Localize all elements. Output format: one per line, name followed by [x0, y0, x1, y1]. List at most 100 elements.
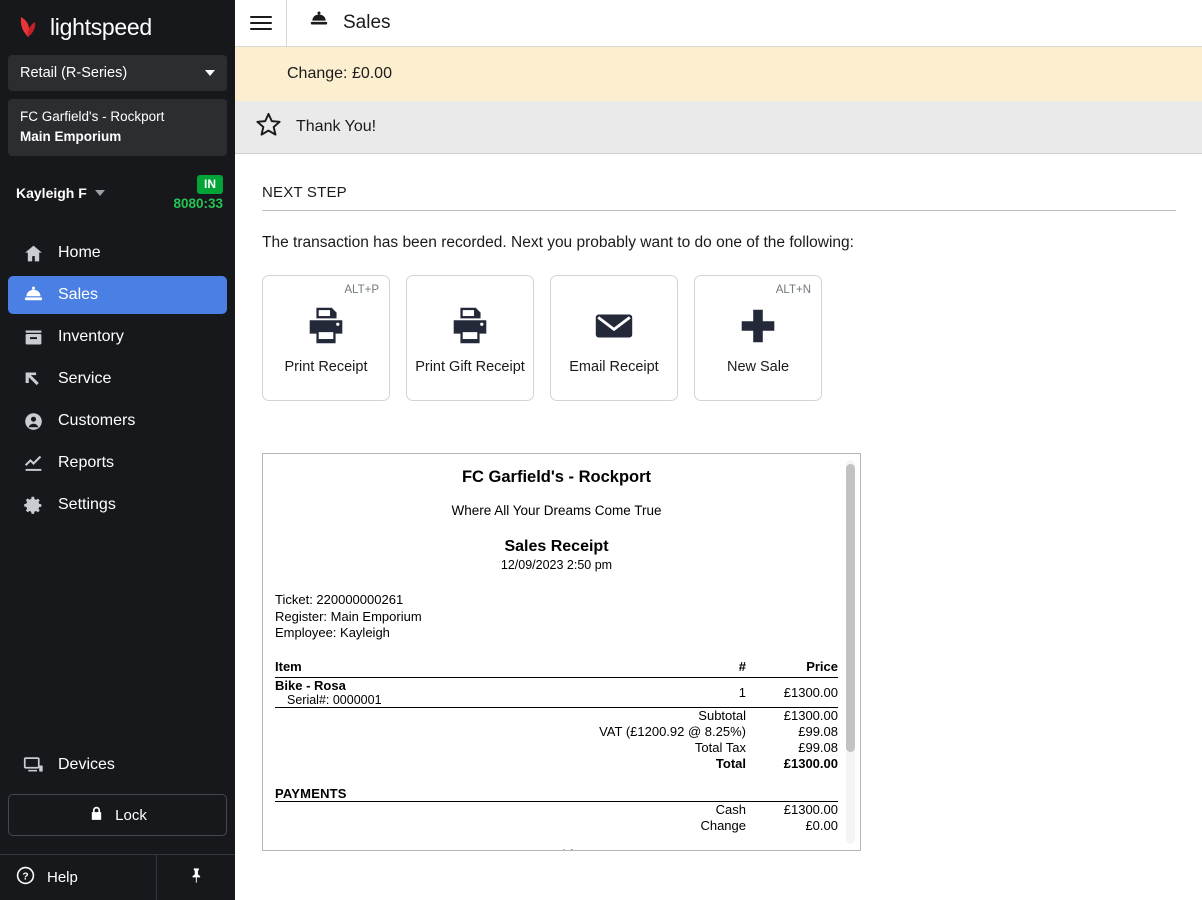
table-header-row: Item # Price [275, 659, 838, 678]
hamburger-lines [249, 12, 272, 34]
receipt-table-head: Item # Price [275, 659, 838, 678]
shortcut-label: ALT+N [775, 284, 811, 296]
receipt-ticket: Ticket: 220000000261 [275, 592, 404, 607]
sidebar-item-label: Customers [58, 412, 136, 430]
line-item-qty: 1 [738, 684, 746, 700]
app-root: lightspeed Retail (R-Series) FC Garfield… [0, 0, 1202, 900]
totals-label: Total [715, 756, 746, 771]
sidebar-item-service[interactable]: Service [8, 360, 227, 398]
monitor-icon [22, 754, 44, 776]
card-label: Email Receipt [569, 359, 659, 375]
receipt-preview: FC Garfield's - Rockport Where All Your … [262, 453, 861, 851]
totals-label: Subtotal [698, 708, 746, 723]
payment-value: £0.00 [805, 818, 838, 833]
inventory-box-icon [22, 326, 44, 348]
payment-label: Cash [715, 802, 746, 817]
sidebar-item-sales[interactable]: Sales [8, 276, 227, 315]
receipt-store-name: FC Garfield's - Rockport [461, 468, 652, 486]
printer-icon [447, 302, 493, 350]
receipt-totals-body: Subtotal £1300.00 VAT (£1200.92 @ 8.25%)… [275, 707, 838, 772]
receipt-employee: Employee: Kayleigh [275, 625, 390, 640]
help-label: Help [47, 869, 78, 886]
sidebar-item-reports[interactable]: Reports [8, 444, 227, 482]
payment-row-change: Change £0.00 [275, 818, 838, 834]
totals-row-total-tax: Total Tax £99.08 [275, 740, 838, 756]
receipt-scrollbar-thumb[interactable] [846, 464, 855, 752]
change-banner: Change: £0.00 [235, 47, 1202, 101]
sidebar: lightspeed Retail (R-Series) FC Garfield… [0, 0, 235, 900]
email-receipt-button[interactable]: Email Receipt [550, 275, 678, 401]
brand: lightspeed [0, 0, 235, 51]
receipt-payments-heading: PAYMENTS [275, 785, 347, 801]
lightspeed-logo-icon [16, 15, 42, 41]
sidebar-item-settings[interactable]: Settings [8, 486, 227, 524]
pushpin-icon [187, 866, 206, 890]
line-item-name-cell: Bike - Rosa Serial#: 0000001 [275, 677, 686, 707]
sidebar-item-label: Inventory [58, 328, 124, 346]
thank-you-bar: Thank You! [235, 101, 1202, 154]
receipt-payments-table: Cash £1300.00 Change £0.00 [275, 801, 838, 834]
product-select[interactable]: Retail (R-Series) [8, 55, 227, 91]
lock-button[interactable]: Lock [8, 794, 227, 836]
hamburger-icon[interactable] [235, 0, 287, 46]
page-title-label: Sales [343, 12, 391, 33]
envelope-icon [591, 302, 637, 350]
totals-label: VAT (£1200.92 @ 8.25%) [599, 724, 746, 739]
new-sale-button[interactable]: ALT+N New Sale [694, 275, 822, 401]
column-price: Price [806, 658, 838, 674]
main-nav: Home Sales Inventory Service Customers R… [0, 230, 235, 528]
payment-value: £1300.00 [783, 802, 838, 817]
receipt-table-body: Bike - Rosa Serial#: 0000001 1 £1300.00 [275, 677, 838, 707]
brand-name: lightspeed [50, 14, 152, 40]
sidebar-item-devices[interactable]: Devices [8, 746, 227, 784]
plus-icon [735, 302, 781, 350]
user-row[interactable]: Kayleigh F IN 8080:33 [0, 170, 235, 216]
sidebar-item-label: Devices [58, 756, 115, 773]
product-select-label: Retail (R-Series) [20, 65, 128, 81]
receipt-totals-table: Subtotal £1300.00 VAT (£1200.92 @ 8.25%)… [275, 707, 838, 772]
sidebar-item-label: Sales [58, 286, 99, 304]
next-step-actions: ALT+P Print Receipt Print Gift Receipt E… [262, 275, 1176, 401]
store-name: FC Garfield's - Rockport [20, 109, 165, 124]
gear-icon [22, 494, 44, 516]
receipt-payments-body: Cash £1300.00 Change £0.00 [275, 801, 838, 834]
receipt-meta: Ticket: 220000000261 Register: Main Empo… [275, 592, 838, 642]
receipt-body: FC Garfield's - Rockport Where All Your … [263, 454, 860, 850]
person-icon [22, 410, 44, 432]
totals-row-vat: VAT (£1200.92 @ 8.25%) £99.08 [275, 724, 838, 740]
main-area: Sales Change: £0.00 Thank You! NEXT STEP… [235, 0, 1202, 900]
printer-icon [303, 302, 349, 350]
chevron-down-icon[interactable] [94, 190, 105, 197]
service-bell-icon [22, 284, 44, 306]
payment-label: Change [700, 818, 746, 833]
sidebar-item-home[interactable]: Home [8, 234, 227, 272]
pin-button[interactable] [157, 855, 235, 900]
lock-icon [88, 805, 105, 826]
home-icon [22, 242, 44, 264]
totals-value: £99.08 [798, 740, 838, 755]
store-register: Main Emporium [20, 128, 122, 144]
table-row: Bike - Rosa Serial#: 0000001 1 £1300.00 [275, 677, 838, 707]
help-bar: ? Help [0, 854, 235, 900]
change-banner-text: Change: £0.00 [287, 65, 392, 82]
sidebar-item-label: Service [58, 370, 112, 388]
print-gift-receipt-button[interactable]: Print Gift Receipt [406, 275, 534, 401]
totals-value: £1300.00 [783, 708, 838, 723]
receipt-datetime: 12/09/2023 2:50 pm [500, 558, 613, 572]
sidebar-item-inventory[interactable]: Inventory [8, 318, 227, 356]
content-area: NEXT STEP The transaction has been recor… [235, 154, 1202, 900]
chevron-down-icon [205, 70, 215, 76]
sidebar-item-customers[interactable]: Customers [8, 402, 227, 440]
thank-you-text: Thank You! [296, 118, 377, 135]
svg-text:?: ? [22, 871, 28, 882]
receipt-scrollbar[interactable] [846, 460, 855, 844]
store-info[interactable]: FC Garfield's - Rockport Main Emporium [8, 99, 227, 157]
help-button[interactable]: ? Help [0, 855, 157, 900]
sidebar-item-label: Home [58, 244, 101, 262]
page-title: Sales [287, 0, 391, 46]
print-receipt-button[interactable]: ALT+P Print Receipt [262, 275, 390, 401]
user-status: IN 8080:33 [173, 175, 223, 211]
line-item-serial: Serial#: 0000001 [287, 692, 382, 707]
shortcut-label: ALT+P [344, 284, 379, 296]
